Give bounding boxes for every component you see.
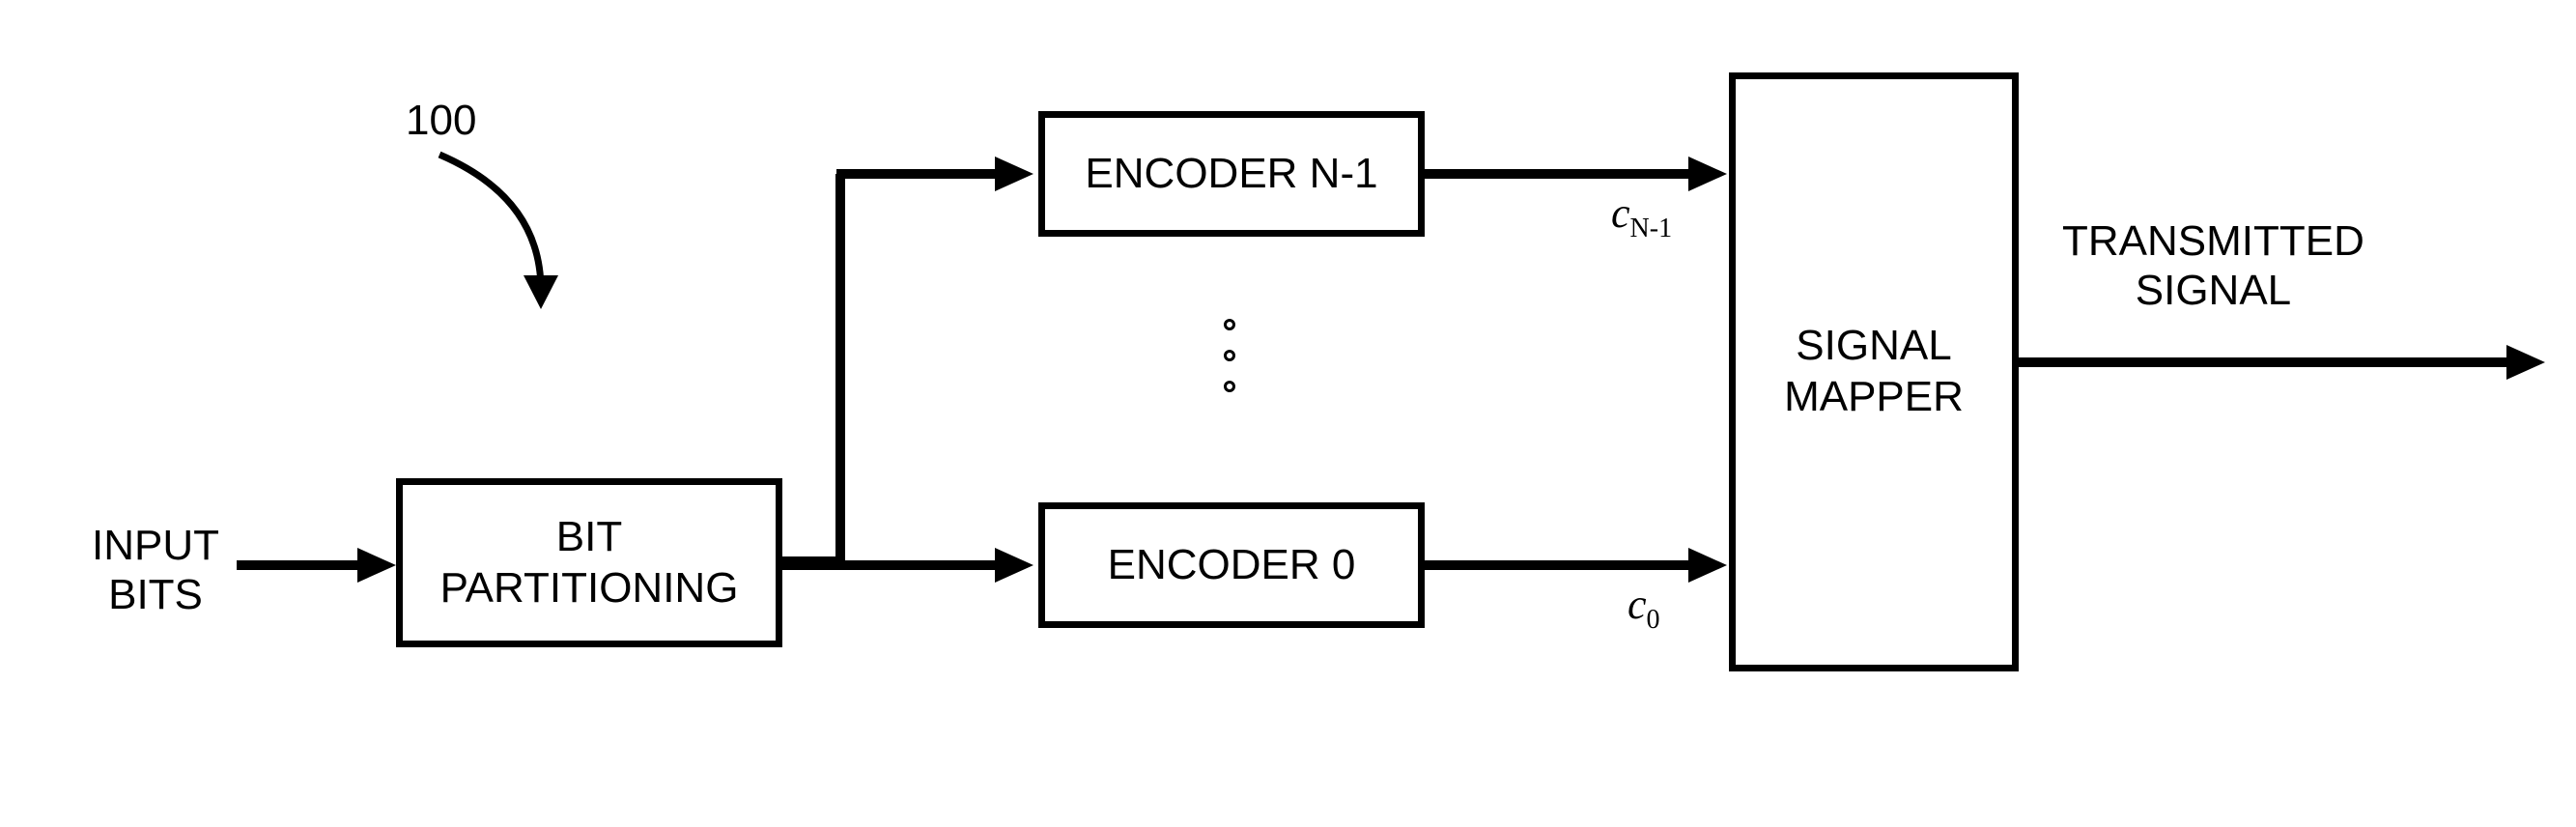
block-diagram: 100 INPUT BITS BIT PARTITIONING ENCODER …: [0, 0, 2576, 827]
diagram-number-label: 100: [406, 97, 476, 146]
bit-partitioning-block: BIT PARTITIONING: [396, 478, 782, 647]
signal-mapper-block: SIGNAL MAPPER: [1729, 72, 2019, 671]
signal-mapper-text: SIGNAL MAPPER: [1784, 321, 1964, 423]
arrow-partition-to-encoder-bottom: [782, 541, 1053, 589]
ellipsis-icon: [1224, 309, 1235, 402]
encoder-bottom-block: ENCODER 0: [1038, 502, 1425, 628]
c-bottom-sub: 0: [1647, 605, 1660, 635]
arrow-mapper-to-output: [2019, 338, 2560, 386]
c-top-sub: N-1: [1630, 214, 1673, 243]
bit-partitioning-text: BIT PARTITIONING: [440, 512, 739, 614]
arrow-encoder-bottom-to-mapper: [1425, 541, 1743, 589]
arrow-encoder-top-to-mapper: [1425, 150, 1743, 198]
arrow-partition-to-encoder-top: [782, 150, 1053, 556]
encoder-top-block: ENCODER N-1: [1038, 111, 1425, 237]
output-label: TRANSMITTED SIGNAL: [2062, 217, 2364, 315]
encoder-top-text: ENCODER N-1: [1085, 149, 1377, 200]
arrow-input-to-partition: [237, 541, 410, 589]
encoder-bottom-text: ENCODER 0: [1108, 540, 1356, 591]
input-bits-label: INPUT BITS: [92, 522, 219, 619]
curve-arrow-icon: [406, 140, 599, 314]
